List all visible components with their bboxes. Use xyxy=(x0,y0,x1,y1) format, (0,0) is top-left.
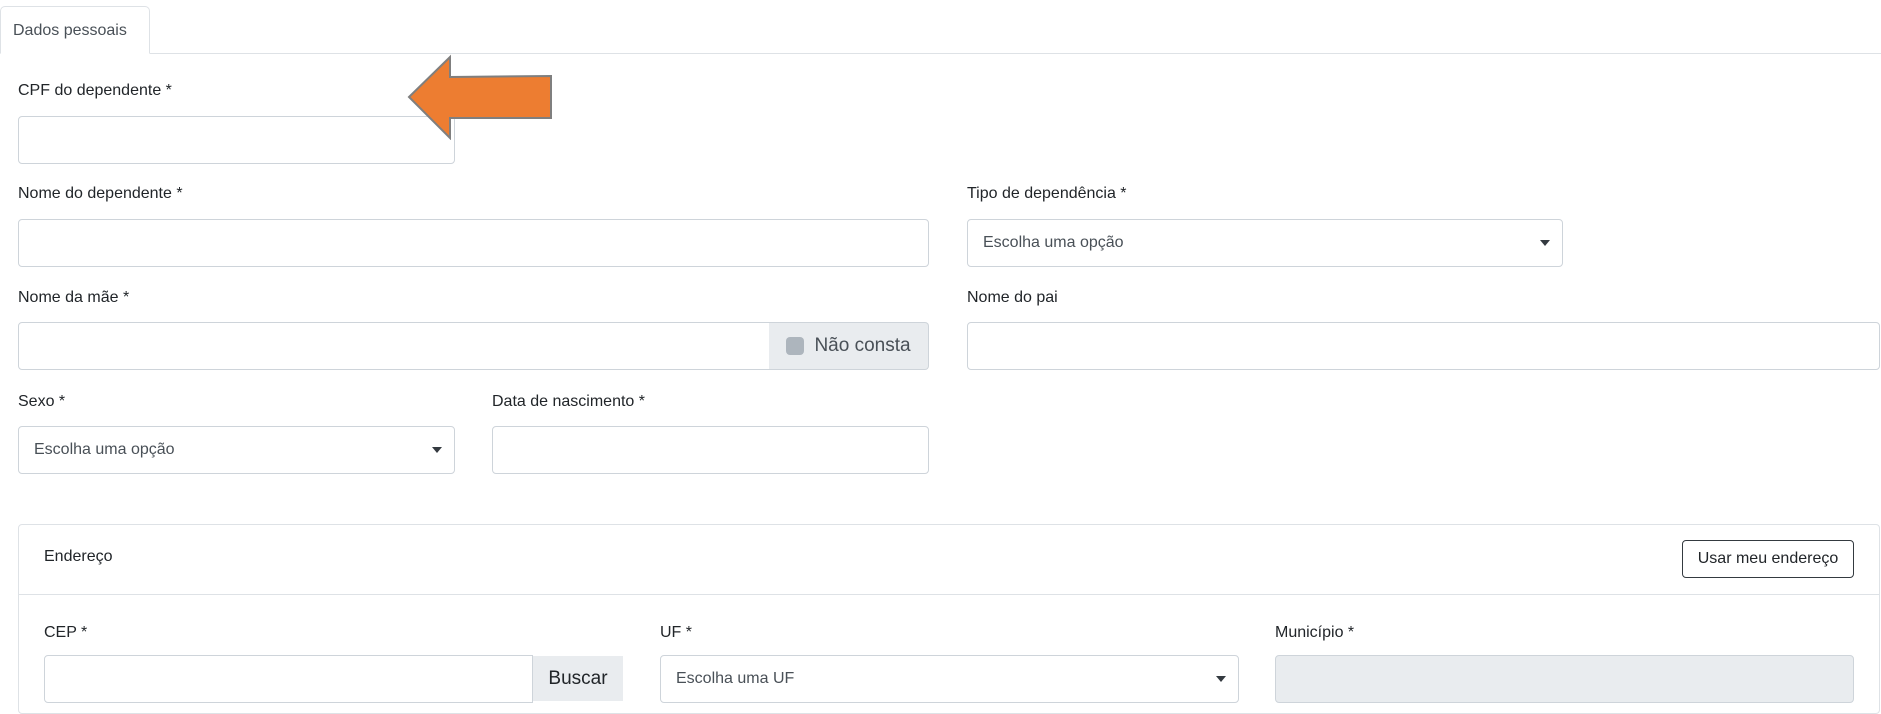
sexo-selected: Escolha uma opção xyxy=(34,441,175,458)
tipo-dependencia-selected: Escolha uma opção xyxy=(983,234,1124,251)
sexo-select[interactable]: Escolha uma opção xyxy=(18,426,455,474)
tipo-dependencia-select[interactable]: Escolha uma opção xyxy=(967,219,1563,267)
cpf-field[interactable] xyxy=(18,116,455,164)
cep-label: CEP * xyxy=(44,624,88,641)
cep-field[interactable] xyxy=(44,655,533,703)
sexo-label: Sexo * xyxy=(18,393,66,410)
nome-dependente-label: Nome do dependente * xyxy=(18,185,183,202)
annotation-arrow-icon xyxy=(407,54,552,140)
nao-consta-toggle[interactable]: Não consta xyxy=(769,322,929,370)
nao-consta-label: Não consta xyxy=(814,335,911,356)
nome-mae-field[interactable] xyxy=(18,322,770,370)
uf-selected: Escolha uma UF xyxy=(676,670,795,687)
municipio-field[interactable] xyxy=(1275,655,1854,703)
chevron-down-icon xyxy=(1540,240,1550,246)
nome-mae-label: Nome da mãe * xyxy=(18,289,130,306)
usar-meu-endereco-button[interactable]: Usar meu endereço xyxy=(1682,540,1854,578)
buscar-cep-button[interactable]: Buscar xyxy=(533,656,623,701)
nome-pai-label: Nome do pai xyxy=(967,289,1058,306)
data-nascimento-label: Data de nascimento * xyxy=(492,393,645,410)
municipio-label: Município * xyxy=(1275,624,1355,641)
endereco-card-header-divider xyxy=(19,594,1879,595)
nome-dependente-field[interactable] xyxy=(18,219,929,267)
chevron-down-icon xyxy=(432,447,442,453)
nome-pai-field[interactable] xyxy=(967,322,1880,370)
nao-consta-checkbox[interactable] xyxy=(786,337,805,355)
uf-label: UF * xyxy=(660,624,692,641)
tipo-dependencia-label: Tipo de dependência * xyxy=(967,185,1127,202)
data-nascimento-field[interactable] xyxy=(492,426,929,474)
cpf-label: CPF do dependente * xyxy=(18,82,172,99)
uf-select[interactable]: Escolha uma UF xyxy=(660,655,1239,703)
chevron-down-icon xyxy=(1216,676,1226,682)
endereco-title: Endereço xyxy=(44,548,113,565)
tab-divider xyxy=(0,53,1881,54)
tab-dados-pessoais[interactable]: Dados pessoais xyxy=(0,6,150,54)
